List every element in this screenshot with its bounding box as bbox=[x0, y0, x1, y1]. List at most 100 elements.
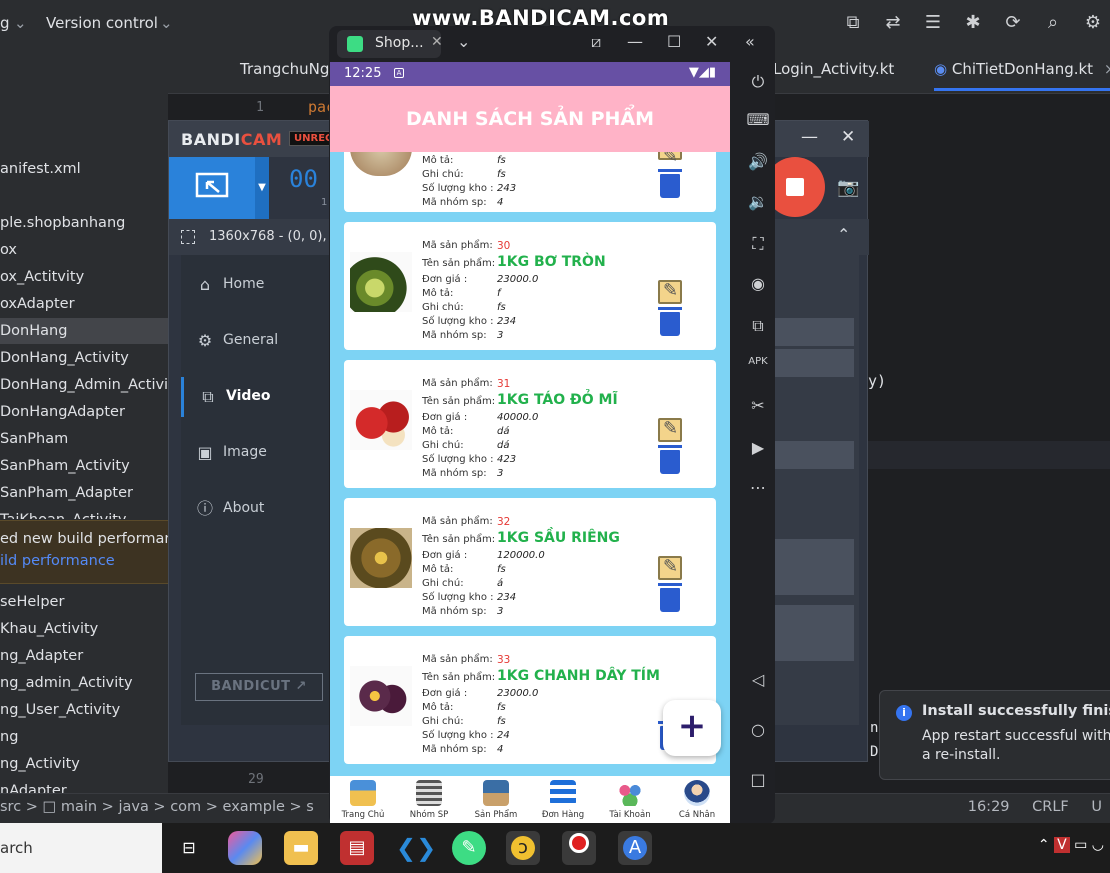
nav-ca-nhan[interactable]: Cá Nhân bbox=[664, 776, 730, 824]
chevron-down-icon[interactable]: ⌄ bbox=[14, 14, 27, 32]
encoding[interactable]: U bbox=[1091, 799, 1102, 815]
tree-item[interactable]: ng_Activity bbox=[0, 751, 80, 777]
location-icon[interactable]: ◉ bbox=[741, 274, 775, 293]
edit-icon[interactable] bbox=[658, 556, 682, 580]
add-product-button[interactable]: + bbox=[663, 700, 721, 756]
tree-item[interactable]: Khau_Activity bbox=[0, 616, 98, 642]
edit-icon[interactable] bbox=[658, 280, 682, 304]
install-toast[interactable]: i Install successfully finished App rest… bbox=[879, 690, 1110, 780]
nav-don-hang[interactable]: Đơn Hàng bbox=[530, 776, 596, 824]
trash-icon[interactable] bbox=[658, 169, 682, 198]
breadcrumb[interactable]: src > □ main > java > com > example > s bbox=[0, 799, 314, 815]
tree-item[interactable]: ng_admin_Activity bbox=[0, 670, 133, 696]
keyboard-icon[interactable]: ⌨ bbox=[741, 110, 775, 129]
debug-icon[interactable]: ✱ bbox=[960, 10, 986, 36]
tree-item[interactable]: SanPham_Activity bbox=[0, 453, 130, 479]
emulator-app-icon[interactable]: A bbox=[618, 831, 652, 865]
chevron-down-icon[interactable]: ▼ bbox=[255, 157, 269, 219]
emulator-tab[interactable]: Shop... ✕ bbox=[337, 30, 443, 58]
chevron-down-icon[interactable]: ⌄ bbox=[160, 14, 173, 32]
tree-item[interactable]: DonHangAdapter bbox=[0, 399, 125, 425]
system-tray[interactable]: ⌃ V ▭ ◡ bbox=[1038, 837, 1104, 853]
tab-trangchu[interactable]: TrangchuNg bbox=[240, 60, 329, 78]
nav-trang-chu[interactable]: Trang Chủ bbox=[330, 776, 396, 824]
nav-home[interactable]: ⌂ Home bbox=[181, 265, 329, 305]
minimize-icon[interactable]: — bbox=[801, 127, 818, 147]
notice-link[interactable]: ild performance bbox=[0, 553, 115, 569]
tree-item[interactable]: ple.shopbanhang bbox=[0, 210, 125, 236]
vscode-icon[interactable]: ❮❯ bbox=[396, 831, 436, 865]
copilot-icon[interactable] bbox=[228, 831, 262, 865]
caret-position[interactable]: 16:29 bbox=[968, 799, 1010, 815]
tree-item[interactable]: ng_Adapter bbox=[0, 643, 83, 669]
tree-item[interactable]: ox_Actitvity bbox=[0, 264, 84, 290]
recents-icon[interactable]: □ bbox=[741, 770, 775, 789]
nav-nhom-sp[interactable]: Nhóm SP bbox=[396, 776, 462, 824]
tree-item-selected[interactable]: DonHang bbox=[0, 318, 168, 344]
trash-icon[interactable] bbox=[658, 307, 682, 336]
snapshot-icon[interactable]: ⧄ bbox=[591, 32, 601, 52]
trash-icon[interactable] bbox=[658, 445, 682, 474]
tree-item[interactable]: DonHang_Admin_Activit bbox=[0, 372, 168, 398]
product-card[interactable]: Mã sản phẩm: 30 Tên sản phẩm: 1KG BƠ TRÒ… bbox=[344, 222, 716, 350]
maximize-icon[interactable]: ☐ bbox=[667, 32, 681, 51]
nav-about[interactable]: ⓘ About bbox=[181, 489, 329, 529]
bandicam-app-icon[interactable]: ↄ bbox=[506, 831, 540, 865]
scissors-icon[interactable]: ✂ bbox=[741, 396, 775, 415]
close-icon[interactable]: ✕ bbox=[705, 32, 718, 51]
tab-login-activity[interactable]: Login_Activity.kt bbox=[773, 60, 894, 78]
apk-icon[interactable]: APK bbox=[741, 356, 775, 367]
nav-general[interactable]: ⚙ General bbox=[181, 321, 329, 361]
close-icon[interactable]: ✕ bbox=[841, 127, 855, 147]
nav-tai-khoan[interactable]: Tài Khoản bbox=[597, 776, 663, 824]
tree-item[interactable]: ng_User_Activity bbox=[0, 697, 120, 723]
chevron-up-icon[interactable]: ⌃ bbox=[837, 225, 850, 244]
android-studio-icon[interactable]: ✎ bbox=[452, 831, 486, 865]
version-control-menu[interactable]: Version control bbox=[46, 14, 158, 32]
vivaldi-tray-icon[interactable]: V bbox=[1054, 837, 1070, 853]
tree-item[interactable]: anifest.xml bbox=[0, 156, 81, 182]
product-card[interactable]: Mã sản phẩm: 33 Tên sản phẩm: 1KG CHANH … bbox=[344, 636, 716, 764]
overview-icon[interactable]: ⧉ bbox=[741, 316, 775, 336]
product-list[interactable]: Mô tả: fs Ghi chú: fs Số lượng kho : 243… bbox=[330, 152, 730, 776]
tree-item[interactable]: TaiKhoan_Activity bbox=[0, 507, 127, 519]
file-explorer-icon[interactable]: ▬ bbox=[284, 831, 318, 865]
nav-image[interactable]: ▣ Image bbox=[181, 433, 329, 473]
tree-item[interactable]: ox bbox=[0, 237, 17, 263]
camera-icon[interactable]: 📷 bbox=[837, 177, 859, 198]
record-video-icon[interactable]: ▶ bbox=[741, 438, 775, 457]
build-performance-notice[interactable]: ed new build performan ild performance bbox=[0, 520, 168, 584]
translate-icon[interactable]: ⇄ bbox=[880, 10, 906, 36]
settings-icon[interactable]: ⚙ bbox=[1080, 10, 1106, 36]
trash-icon[interactable] bbox=[658, 583, 682, 612]
search-icon[interactable]: ⌕ bbox=[1040, 10, 1066, 36]
close-icon[interactable]: ✕ bbox=[431, 34, 443, 50]
nav-san-pham[interactable]: Sản Phẩm bbox=[463, 776, 529, 824]
device-manager-icon[interactable]: ⧉ bbox=[840, 10, 866, 36]
bandicut-button[interactable]: BANDICUT ↗ bbox=[195, 673, 323, 701]
volume-down-icon[interactable]: 🔉 bbox=[741, 192, 775, 211]
tree-item[interactable]: nAdapter bbox=[0, 778, 67, 793]
profiler-icon[interactable]: ⟳ bbox=[1000, 10, 1026, 36]
power-icon[interactable]: ⏻ bbox=[741, 72, 775, 92]
code-text[interactable]: y) bbox=[868, 372, 886, 390]
tab-chitietdonhang[interactable]: ◉ ChiTietDonHang.kt × bbox=[934, 60, 1110, 91]
toolbox-icon[interactable]: ▤ bbox=[340, 831, 374, 865]
tree-item[interactable]: SanPham bbox=[0, 426, 68, 452]
record-app-icon[interactable] bbox=[562, 831, 596, 865]
product-card[interactable]: Mô tả: fs Ghi chú: fs Số lượng kho : 243… bbox=[344, 152, 716, 212]
volume-up-icon[interactable]: 🔊 bbox=[741, 152, 775, 171]
screen-mode-button[interactable] bbox=[169, 157, 255, 219]
tree-item[interactable]: SanPham_Adapter bbox=[0, 480, 133, 506]
more-icon[interactable]: ⋯ bbox=[741, 478, 775, 497]
product-card[interactable]: Mã sản phẩm: 31 Tên sản phẩm: 1KG TÁO ĐỎ… bbox=[344, 360, 716, 488]
minimize-icon[interactable]: — bbox=[627, 32, 643, 51]
collapse-icon[interactable]: « bbox=[745, 32, 755, 51]
menu-partial[interactable]: g bbox=[0, 14, 10, 32]
tree-item[interactable]: seHelper bbox=[0, 589, 64, 615]
chevron-down-icon[interactable]: ⌄ bbox=[457, 32, 470, 51]
task-view-icon[interactable]: ⊟ bbox=[172, 831, 206, 865]
screenshot-icon[interactable]: ⛶ bbox=[741, 234, 775, 254]
tree-item[interactable]: ng bbox=[0, 724, 18, 750]
nav-video[interactable]: ⧉ Video bbox=[181, 377, 329, 417]
